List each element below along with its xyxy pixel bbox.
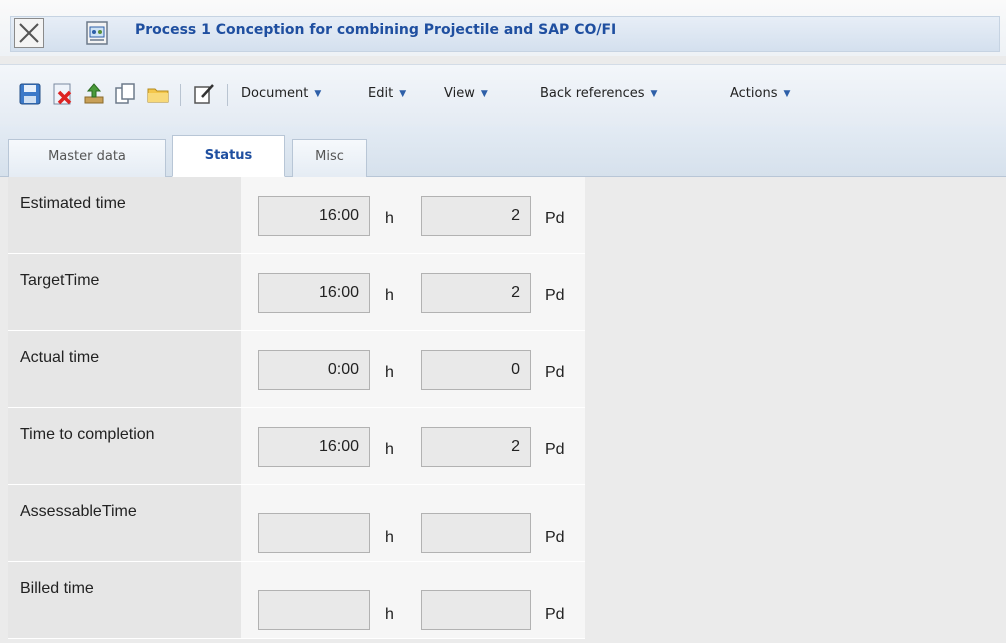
form-row-billed-time: Billed time h Pd <box>8 562 585 639</box>
days-field[interactable]: 2 <box>421 427 531 467</box>
days-field[interactable]: 2 <box>421 273 531 313</box>
unit-person-days: Pd <box>545 364 565 381</box>
toolbar-separator <box>227 84 228 106</box>
close-x-icon <box>19 23 39 43</box>
dropdown-arrow-icon: ▼ <box>314 89 322 99</box>
label-cell: Time to completion <box>8 408 241 485</box>
close-button[interactable] <box>14 18 44 48</box>
unit-hours: h <box>385 364 394 381</box>
value-cell: 16:00 h 2 Pd <box>241 408 585 485</box>
window-titlebar: Process 1 Conception for combining Proje… <box>0 0 1006 56</box>
unit-person-days: Pd <box>545 529 565 546</box>
delete-icon[interactable] <box>50 82 74 106</box>
unit-person-days: Pd <box>545 606 565 623</box>
label-cell: Billed time <box>8 562 241 639</box>
days-field[interactable] <box>421 590 531 630</box>
dropdown-arrow-icon: ▼ <box>650 89 658 99</box>
dropdown-arrow-icon: ▼ <box>399 89 407 99</box>
unit-hours: h <box>385 441 394 458</box>
tab-strip: Master data Status Misc <box>0 126 1006 177</box>
menu-label: Document <box>241 86 309 101</box>
menu-back-references[interactable]: Back references ▼ <box>540 86 657 101</box>
form-row-estimated-time: Estimated time 16:00 h 2 Pd <box>8 177 585 254</box>
menu-label: Back references <box>540 86 645 101</box>
hours-field[interactable] <box>258 590 370 630</box>
field-label: Time to completion <box>20 426 155 443</box>
save-icon[interactable] <box>18 82 42 106</box>
days-field[interactable] <box>421 513 531 553</box>
toolbar: Document ▼ Edit ▼ View ▼ Back references ▼ A… <box>0 64 1006 127</box>
field-label: AssessableTime <box>20 503 137 520</box>
value-cell: h Pd <box>241 485 585 562</box>
menu-edit[interactable]: Edit ▼ <box>368 86 406 101</box>
label-cell: Actual time <box>8 331 241 408</box>
tab-misc[interactable]: Misc <box>292 139 367 177</box>
menu-label: View <box>444 86 475 101</box>
unit-hours: h <box>385 606 394 623</box>
upload-icon[interactable] <box>82 82 106 106</box>
days-field[interactable]: 0 <box>421 350 531 390</box>
menu-document[interactable]: Document ▼ <box>241 86 321 101</box>
unit-hours: h <box>385 210 394 227</box>
hours-field[interactable]: 0:00 <box>258 350 370 390</box>
unit-person-days: Pd <box>545 287 565 304</box>
unit-hours: h <box>385 287 394 304</box>
label-cell: Estimated time <box>8 177 241 254</box>
hours-field[interactable] <box>258 513 370 553</box>
field-label: Billed time <box>20 580 94 597</box>
field-label: TargetTime <box>20 272 100 289</box>
form-row-time-to-completion: Time to completion 16:00 h 2 Pd <box>8 408 585 485</box>
folder-icon[interactable] <box>146 82 170 106</box>
process-document-icon <box>86 21 108 45</box>
tab-status[interactable]: Status <box>172 135 285 177</box>
hours-field[interactable]: 16:00 <box>258 196 370 236</box>
label-cell: AssessableTime <box>8 485 241 562</box>
form-row-actual-time: Actual time 0:00 h 0 Pd <box>8 331 585 408</box>
menu-label: Actions <box>730 86 778 101</box>
copy-icon[interactable] <box>113 82 137 106</box>
form-row-target-time: TargetTime 16:00 h 2 Pd <box>8 254 585 331</box>
unit-hours: h <box>385 529 394 546</box>
field-label: Actual time <box>20 349 100 366</box>
label-cell: TargetTime <box>8 254 241 331</box>
field-label: Estimated time <box>20 195 126 212</box>
dropdown-arrow-icon: ▼ <box>783 89 791 99</box>
unit-person-days: Pd <box>545 441 565 458</box>
window-title: Process 1 Conception for combining Proje… <box>135 22 617 38</box>
hours-field[interactable]: 16:00 <box>258 273 370 313</box>
value-cell: 16:00 h 2 Pd <box>241 254 585 331</box>
value-cell: 16:00 h 2 Pd <box>241 177 585 254</box>
dropdown-arrow-icon: ▼ <box>480 89 488 99</box>
tab-master-data[interactable]: Master data <box>8 139 166 177</box>
days-field[interactable]: 2 <box>421 196 531 236</box>
toolbar-separator <box>180 84 181 106</box>
form-row-assessable-time: AssessableTime h Pd <box>8 485 585 562</box>
value-cell: h Pd <box>241 562 585 639</box>
unit-person-days: Pd <box>545 210 565 227</box>
edit-note-icon[interactable] <box>192 82 216 106</box>
hours-field[interactable]: 16:00 <box>258 427 370 467</box>
menu-view[interactable]: View ▼ <box>444 86 488 101</box>
value-cell: 0:00 h 0 Pd <box>241 331 585 408</box>
status-form: Estimated time 16:00 h 2 Pd TargetTime 1… <box>8 177 585 639</box>
menu-label: Edit <box>368 86 394 101</box>
menu-actions[interactable]: Actions ▼ <box>730 86 790 101</box>
